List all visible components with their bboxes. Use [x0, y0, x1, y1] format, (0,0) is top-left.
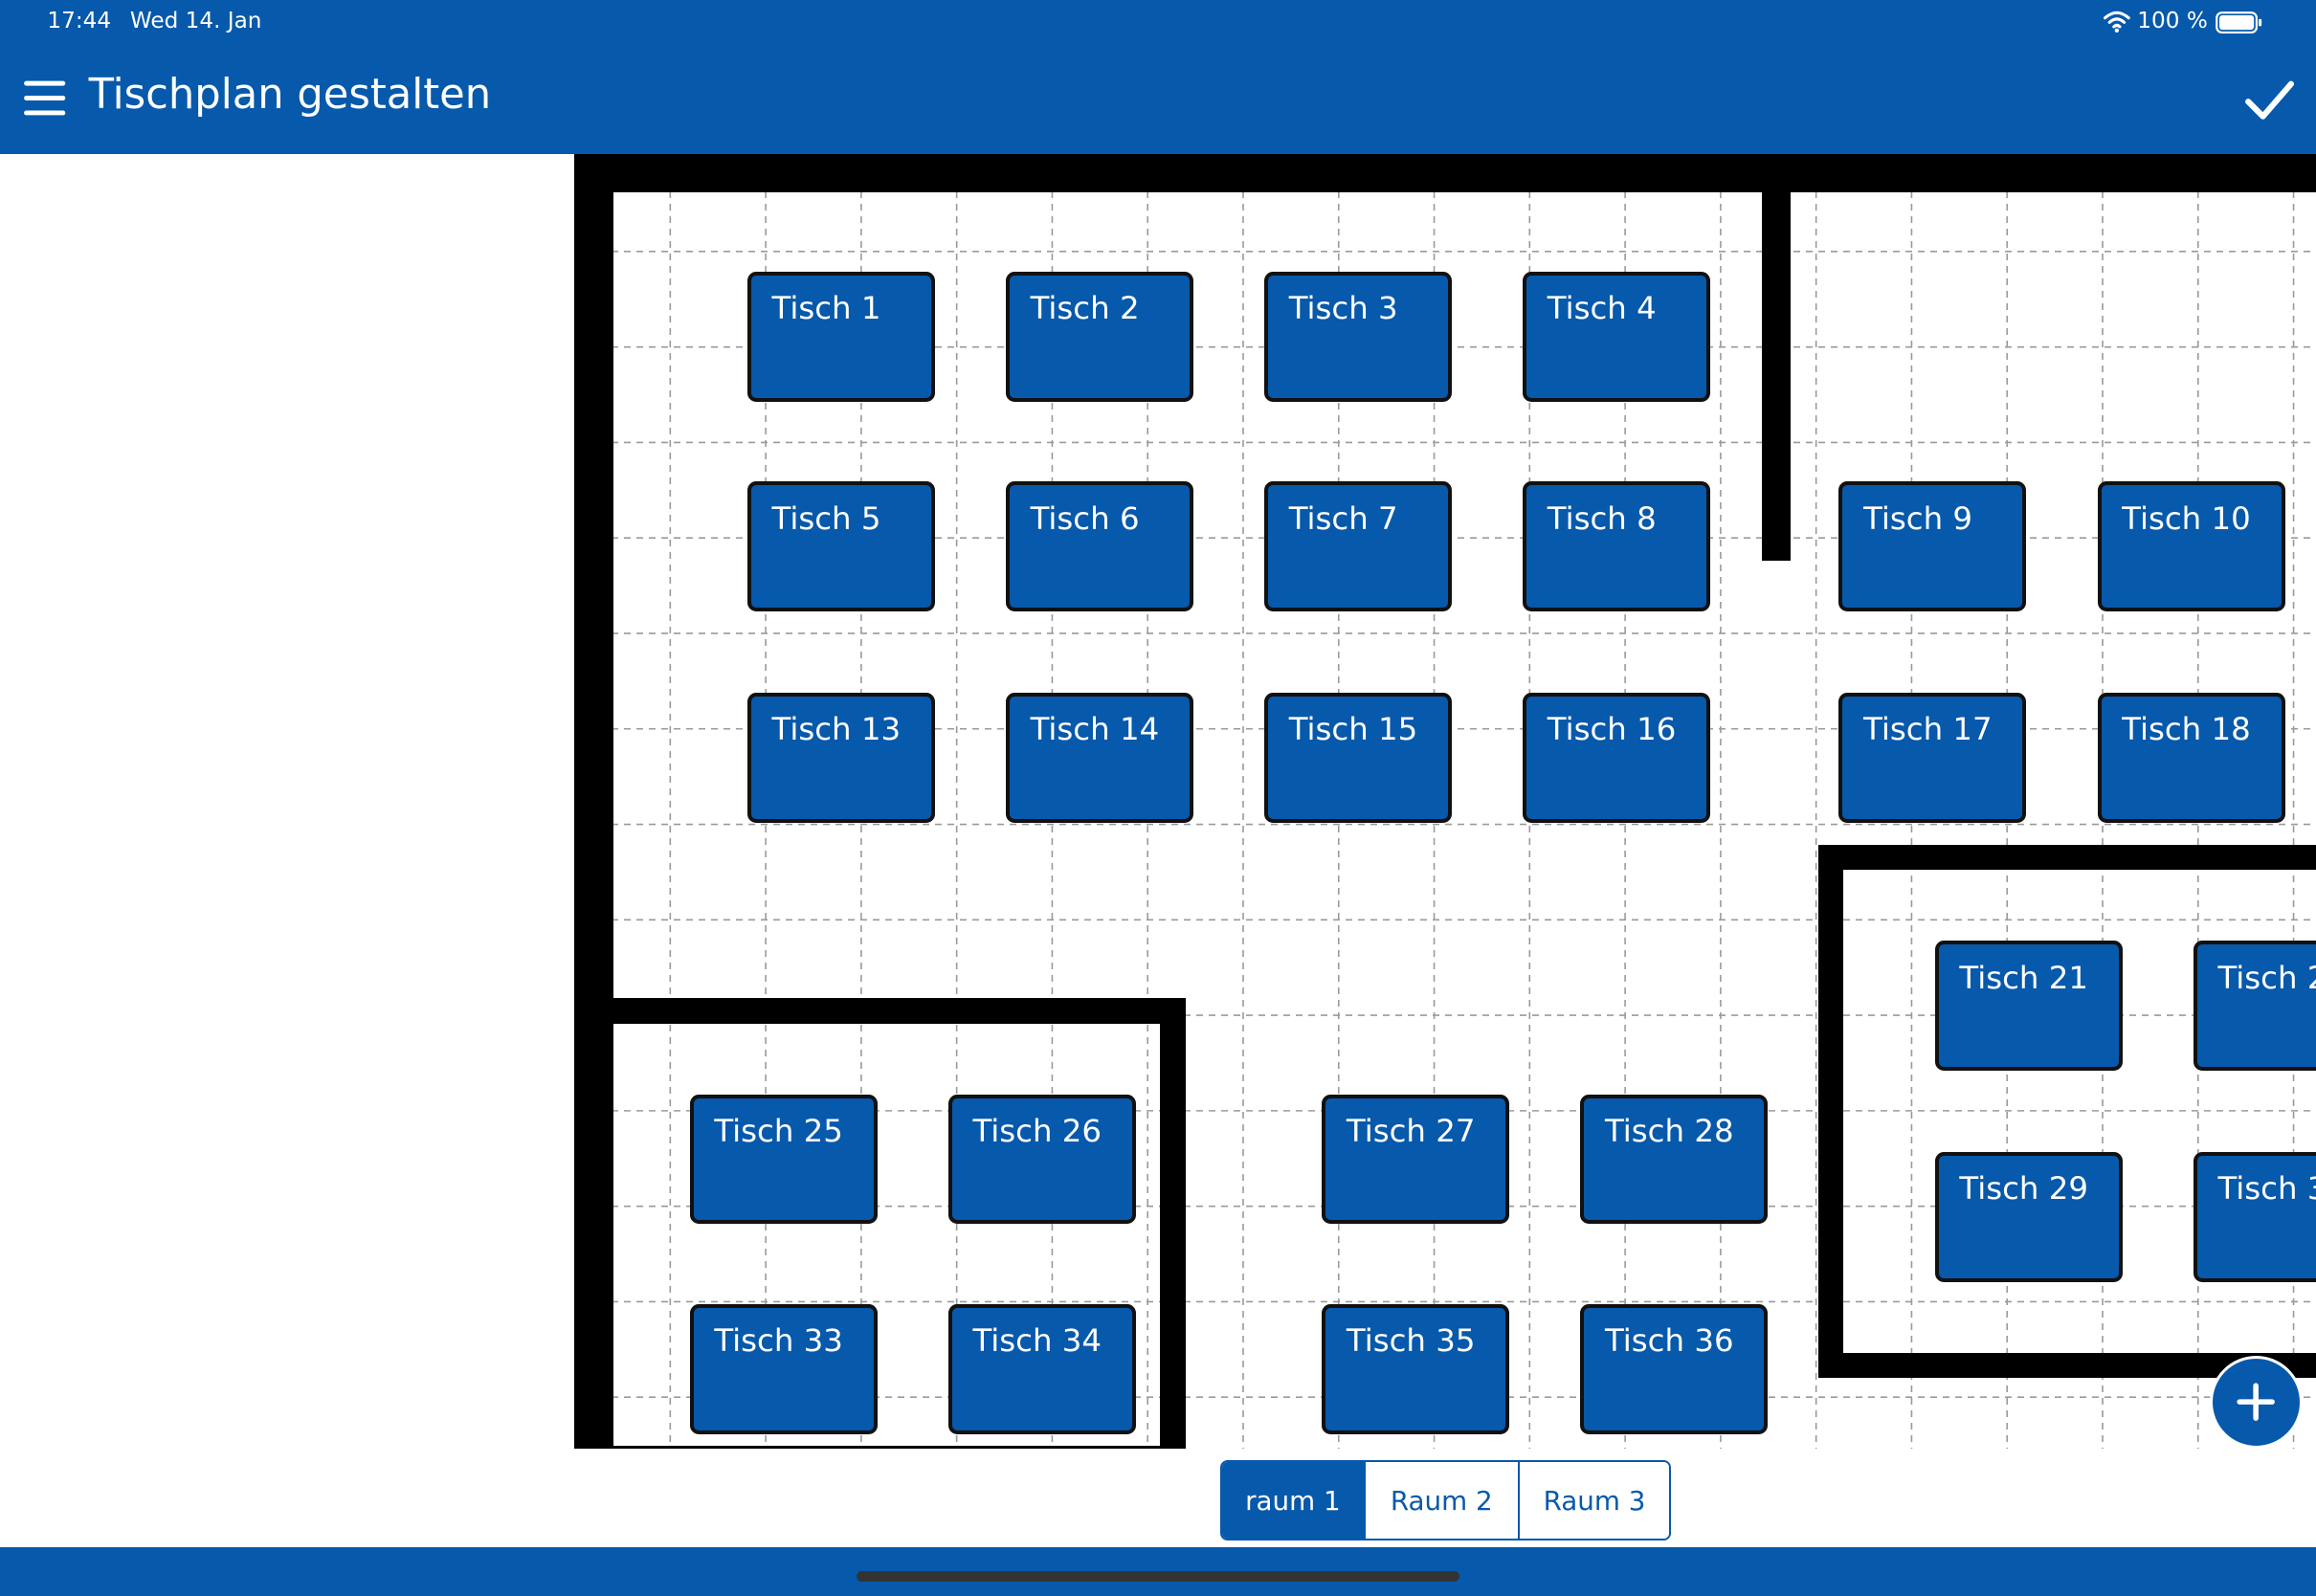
table[interactable]: Tisch 17: [1838, 692, 2027, 823]
table[interactable]: Tisch 3: [1264, 271, 1453, 402]
table[interactable]: Tisch 6: [1006, 481, 1194, 611]
tab-raum-2[interactable]: Raum 2: [1364, 1462, 1518, 1539]
table[interactable]: Tisch 26: [947, 1094, 1136, 1225]
check-icon[interactable]: [2242, 77, 2296, 123]
wifi-icon: [2103, 11, 2130, 33]
room-tabs: raum 1 Raum 2 Raum 3: [1219, 1460, 1672, 1541]
tab-label: Raum 3: [1543, 1484, 1646, 1517]
table[interactable]: Tisch 1: [746, 271, 935, 402]
tab-label: Raum 2: [1390, 1484, 1493, 1517]
table[interactable]: Tisch 27: [1322, 1094, 1510, 1225]
wall-room-right-top: [1817, 844, 2316, 871]
status-date: Wed 14. Jan: [129, 9, 262, 34]
plus-icon: [2237, 1383, 2276, 1422]
table[interactable]: Tisch 4: [1523, 271, 1711, 402]
table[interactable]: Tisch 25: [689, 1094, 878, 1225]
page-title: Tischplan gestalten: [88, 71, 492, 120]
table[interactable]: Tisch 2: [1006, 271, 1194, 402]
wall-top: [574, 153, 2316, 192]
add-table-button[interactable]: [2209, 1355, 2304, 1450]
status-time: 17:44: [47, 9, 112, 34]
wall-room-bottom-left-right: [1159, 998, 1187, 1450]
home-indicator: [857, 1571, 1459, 1582]
table[interactable]: Tisch 5: [746, 481, 935, 611]
battery-percentage: 100 %: [2137, 9, 2208, 34]
table[interactable]: Tisch 22: [2193, 941, 2316, 1071]
table[interactable]: Tisch 13: [746, 692, 935, 823]
table[interactable]: Tisch 15: [1264, 692, 1453, 823]
wall-room-right-left: [1817, 844, 1844, 1378]
table[interactable]: Tisch 35: [1322, 1303, 1510, 1434]
table[interactable]: Tisch 10: [2097, 481, 2285, 611]
hamburger-menu-icon[interactable]: [21, 77, 68, 123]
table[interactable]: Tisch 29: [1934, 1151, 2123, 1282]
table[interactable]: Tisch 30: [2193, 1151, 2316, 1282]
wall-room-bottom-left-bottom: [612, 1445, 1187, 1450]
table[interactable]: Tisch 33: [689, 1303, 878, 1434]
table[interactable]: Tisch 21: [1934, 941, 2123, 1071]
table[interactable]: Tisch 18: [2097, 692, 2285, 823]
table[interactable]: Tisch 7: [1264, 481, 1453, 611]
table[interactable]: Tisch 36: [1580, 1303, 1769, 1434]
wall-room-bottom-left-top: [612, 998, 1187, 1024]
tab-label: raum 1: [1245, 1484, 1341, 1517]
table[interactable]: Tisch 14: [1006, 692, 1194, 823]
table[interactable]: Tisch 9: [1838, 481, 2027, 611]
floor-plan-canvas[interactable]: Tisch 1 Tisch 2 Tisch 3 Tisch 4 Tisch 5 …: [574, 153, 2316, 1450]
table[interactable]: Tisch 34: [947, 1303, 1136, 1434]
table[interactable]: Tisch 8: [1523, 481, 1711, 611]
tab-raum-3[interactable]: Raum 3: [1517, 1462, 1670, 1539]
table[interactable]: Tisch 28: [1580, 1094, 1769, 1225]
battery-icon: [2216, 11, 2262, 34]
table[interactable]: Tisch 16: [1523, 692, 1711, 823]
wall-divider-vertical: [1762, 153, 1791, 562]
tab-raum-1[interactable]: raum 1: [1221, 1462, 1364, 1539]
wall-left: [574, 153, 613, 1450]
